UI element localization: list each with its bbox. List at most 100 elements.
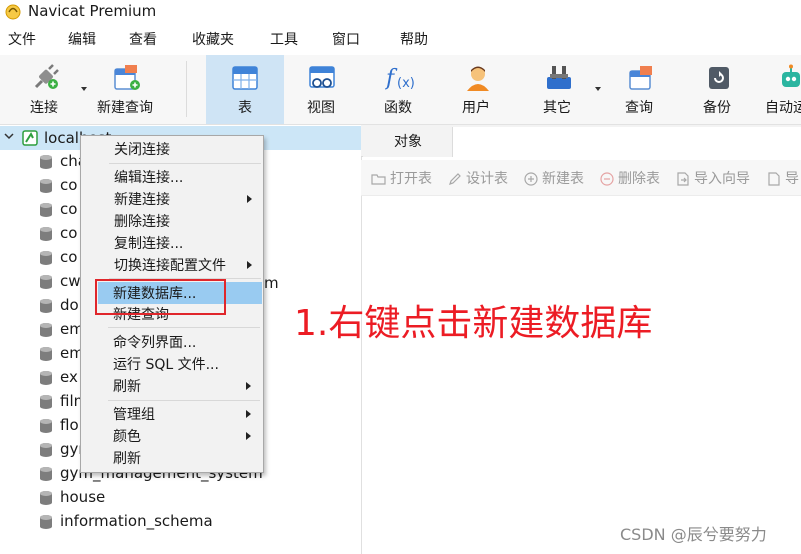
design-table-label: 设计表 — [466, 171, 508, 187]
automation-label: 自动运 — [765, 100, 801, 116]
connect-dropdown-arrow-icon[interactable] — [81, 87, 87, 91]
toolbar-separator — [186, 61, 187, 117]
database-name: co — [60, 248, 78, 266]
database-icon — [40, 443, 52, 457]
submenu-arrow-icon — [247, 195, 252, 203]
backup-label: 备份 — [703, 100, 731, 116]
menu-new-connection[interactable]: 新建连接 — [114, 191, 170, 209]
backup-icon — [709, 67, 729, 89]
view-button[interactable]: 视图 — [290, 55, 354, 124]
tab-empty-area — [452, 127, 801, 157]
database-icon — [40, 491, 52, 505]
backup-button[interactable]: 备份 — [688, 55, 750, 124]
chevron-down-icon[interactable] — [4, 131, 14, 141]
database-name: flo — [60, 416, 79, 434]
database-icon — [40, 179, 52, 193]
database-item[interactable]: information_schema — [38, 510, 358, 534]
database-icon — [40, 227, 52, 241]
query-label: 查询 — [625, 100, 653, 116]
svg-text:(x): (x) — [397, 76, 415, 91]
database-icon — [40, 155, 52, 169]
open-table-label: 打开表 — [390, 171, 432, 187]
database-icon — [40, 395, 52, 409]
database-icon — [40, 299, 52, 313]
database-name: information_schema — [60, 512, 213, 530]
automation-button[interactable]: 自动运 — [760, 55, 801, 124]
new-table-label: 新建表 — [542, 171, 584, 187]
user-label: 用户 — [462, 100, 490, 116]
new-query-label: 新建查询 — [97, 100, 153, 116]
connection-icon — [22, 130, 38, 146]
query-button[interactable]: 查询 — [610, 55, 672, 124]
robot-icon — [782, 64, 800, 87]
tools-icon — [547, 66, 571, 89]
database-name: do — [60, 296, 79, 314]
menu-view[interactable]: 查看 — [129, 31, 157, 49]
new-query-icon — [114, 65, 140, 90]
database-icon — [40, 251, 52, 265]
database-icon — [40, 467, 52, 481]
menu-delete-connection[interactable]: 删除连接 — [114, 213, 170, 231]
database-item[interactable]: house — [38, 486, 358, 510]
submenu-arrow-icon — [247, 261, 252, 269]
import-wizard-label: 导入向导 — [694, 171, 750, 187]
database-icon — [40, 419, 52, 433]
other-dropdown-arrow-icon[interactable] — [595, 87, 601, 91]
view-icon — [309, 66, 335, 88]
database-icon — [40, 371, 52, 385]
menu-bar: 文件 编辑 查看 收藏夹 工具 窗口 帮助 — [0, 27, 801, 53]
annotation-text: 1.右键点击新建数据库 — [294, 303, 653, 344]
connect-button[interactable]: 连接 — [14, 55, 76, 124]
function-button[interactable]: f (x) 函数 — [368, 55, 432, 124]
menu-file[interactable]: 文件 — [8, 31, 36, 49]
menu-switch-profile[interactable]: 切换连接配置文件 — [114, 257, 226, 275]
connect-label: 连接 — [30, 100, 58, 116]
other-label: 其它 — [543, 100, 571, 116]
user-icon — [467, 66, 489, 91]
menu-close-connection[interactable]: 关闭连接 — [114, 141, 170, 159]
table-button[interactable]: 表 — [206, 55, 284, 124]
table-icon — [232, 66, 258, 90]
database-name: ex — [60, 368, 78, 386]
delete-table-label: 删除表 — [618, 171, 660, 187]
navicat-logo-icon — [5, 4, 21, 20]
query-icon — [629, 66, 652, 90]
database-icon — [40, 275, 52, 289]
window-title: Navicat Premium — [28, 2, 157, 20]
plus-circle-icon — [524, 172, 538, 186]
menu-edit-connection[interactable]: 编辑连接... — [114, 169, 183, 187]
menu-tools[interactable]: 工具 — [270, 31, 298, 49]
export-icon — [768, 172, 780, 186]
export-wizard-label: 导 — [785, 171, 799, 187]
function-label: 函数 — [384, 100, 412, 116]
menu-favorites[interactable]: 收藏夹 — [192, 31, 234, 49]
plug-icon — [34, 64, 59, 89]
database-icon — [40, 323, 52, 337]
folder-open-icon — [371, 174, 386, 185]
menu-edit[interactable]: 编辑 — [68, 31, 96, 49]
main-toolbar: 连接 新建查询 表 视图 f (x) 函数 用户 其它 查询 备份 自动运 — [0, 55, 801, 125]
pencil-icon — [449, 173, 461, 185]
watermark: CSDN @辰兮要努力 — [620, 525, 767, 544]
table-label: 表 — [238, 100, 252, 116]
other-button[interactable]: 其它 — [528, 55, 590, 124]
database-icon — [40, 203, 52, 217]
new-query-button[interactable]: 新建查询 — [92, 55, 164, 124]
menu-separator — [109, 163, 261, 164]
menu-copy-connection[interactable]: 复制连接... — [114, 235, 183, 253]
database-icon — [40, 515, 52, 529]
database-name: co — [60, 200, 78, 218]
menu-help[interactable]: 帮助 — [400, 31, 428, 49]
annotation-highlight-box — [95, 279, 226, 315]
menu-window[interactable]: 窗口 — [332, 31, 360, 49]
minus-circle-icon — [600, 172, 614, 186]
database-name: co — [60, 176, 78, 194]
database-name: house — [60, 488, 106, 506]
function-icon: f (x) — [385, 66, 415, 91]
user-button[interactable]: 用户 — [446, 55, 510, 124]
database-name: cw — [60, 272, 81, 290]
database-name: co — [60, 224, 78, 242]
view-label: 视图 — [307, 100, 335, 116]
database-name-overflow: m — [264, 274, 279, 292]
tab-objects[interactable]: 对象 — [363, 127, 453, 157]
